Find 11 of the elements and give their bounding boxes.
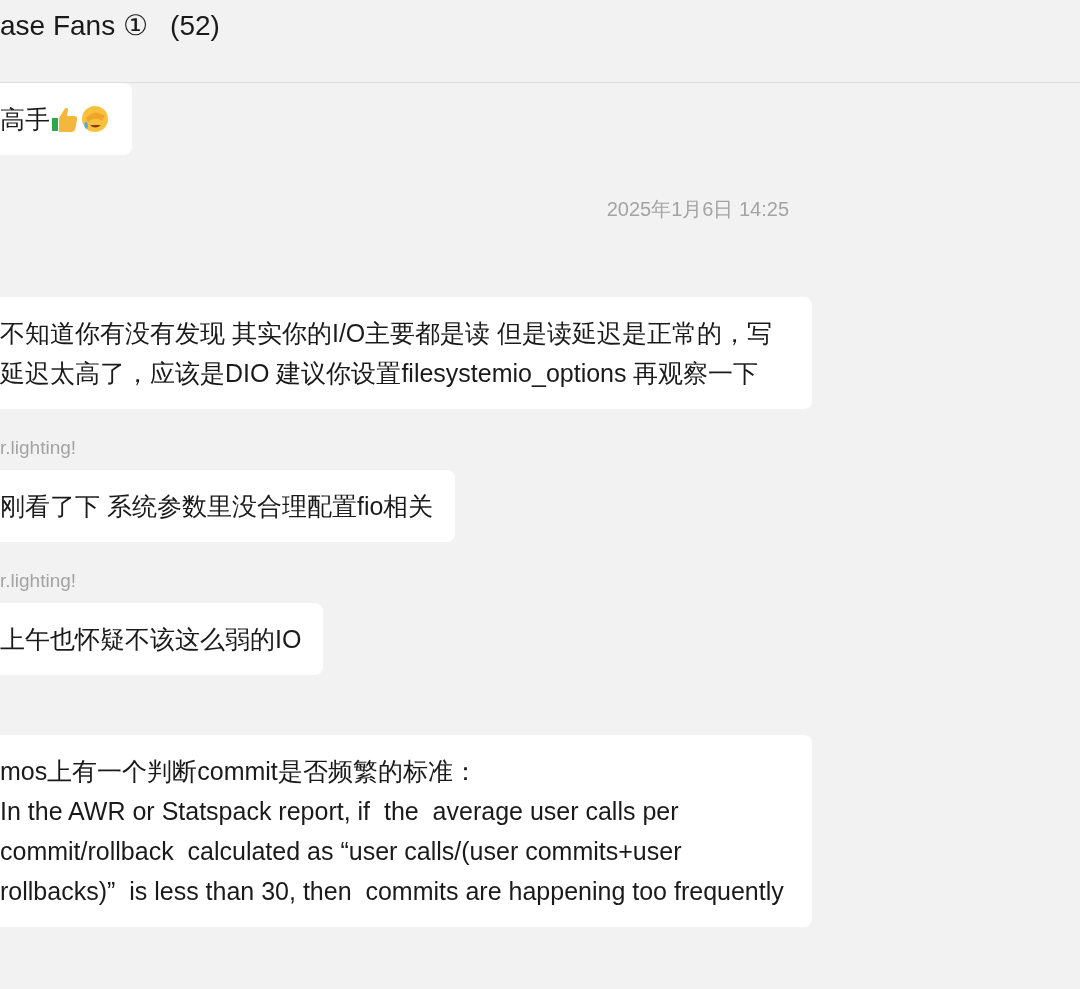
message-bubble: 不知道你有没有发现 其实你的I/O主要都是读 但是读延迟是正常的，写延迟太高了，应该是DIO 建议你设置filesystemio_options 再观察一下 <box>0 297 812 409</box>
sender-name: r.lighting! <box>0 569 77 593</box>
message-text: 高手 <box>0 104 50 135</box>
member-count: (52) <box>170 9 220 43</box>
message-bubble: 上午也怀疑不该这么弱的IO <box>0 603 324 675</box>
sender-name: r.lighting! <box>0 436 77 460</box>
chat-title: ase Fans ① <box>0 9 149 43</box>
laughing-emoji-icon <box>80 104 110 134</box>
message-bubble: mos上有一个判断commit是否频繁的标准： In the AWR or Statspack report, if the average user calls per commit/rollback calculated as “user calls/(user commits+user rollbacks)” is less than 30, then commits are happening too frequently <box>0 735 812 927</box>
timestamp: 2025年1月6日 14:25 <box>605 197 789 222</box>
message-bubble: 刚看了下 系统参数里没合理配置fio相关 <box>0 470 456 542</box>
